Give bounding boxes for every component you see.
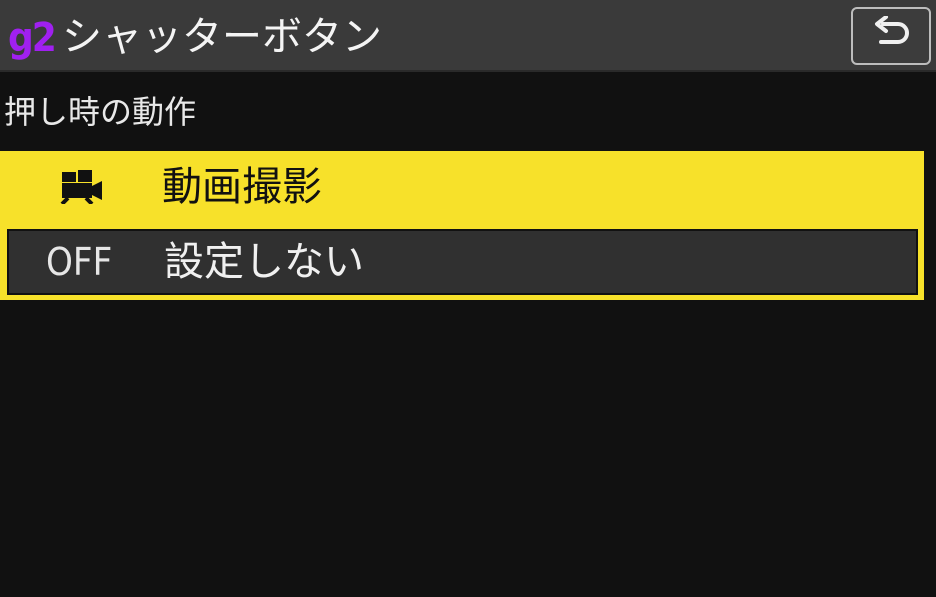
section-label: 押し時の動作 bbox=[4, 93, 197, 131]
option-no-setting[interactable]: OFF 設定しない bbox=[7, 229, 918, 295]
option-label: 動画撮影 bbox=[162, 164, 322, 210]
title-bar: g2 シャッターボタン bbox=[0, 0, 936, 72]
return-arrow-icon bbox=[869, 15, 913, 56]
back-button[interactable] bbox=[851, 7, 931, 65]
movie-camera-icon bbox=[54, 167, 110, 207]
off-indicator: OFF bbox=[46, 240, 113, 284]
option-label: 設定しない bbox=[164, 239, 364, 285]
page-title: シャッターボタン bbox=[62, 14, 382, 60]
option-movie-recording[interactable]: 動画撮影 bbox=[0, 151, 924, 223]
option-list: 動画撮影 OFF 設定しない bbox=[0, 151, 924, 300]
menu-code-badge: g2 bbox=[8, 15, 57, 61]
